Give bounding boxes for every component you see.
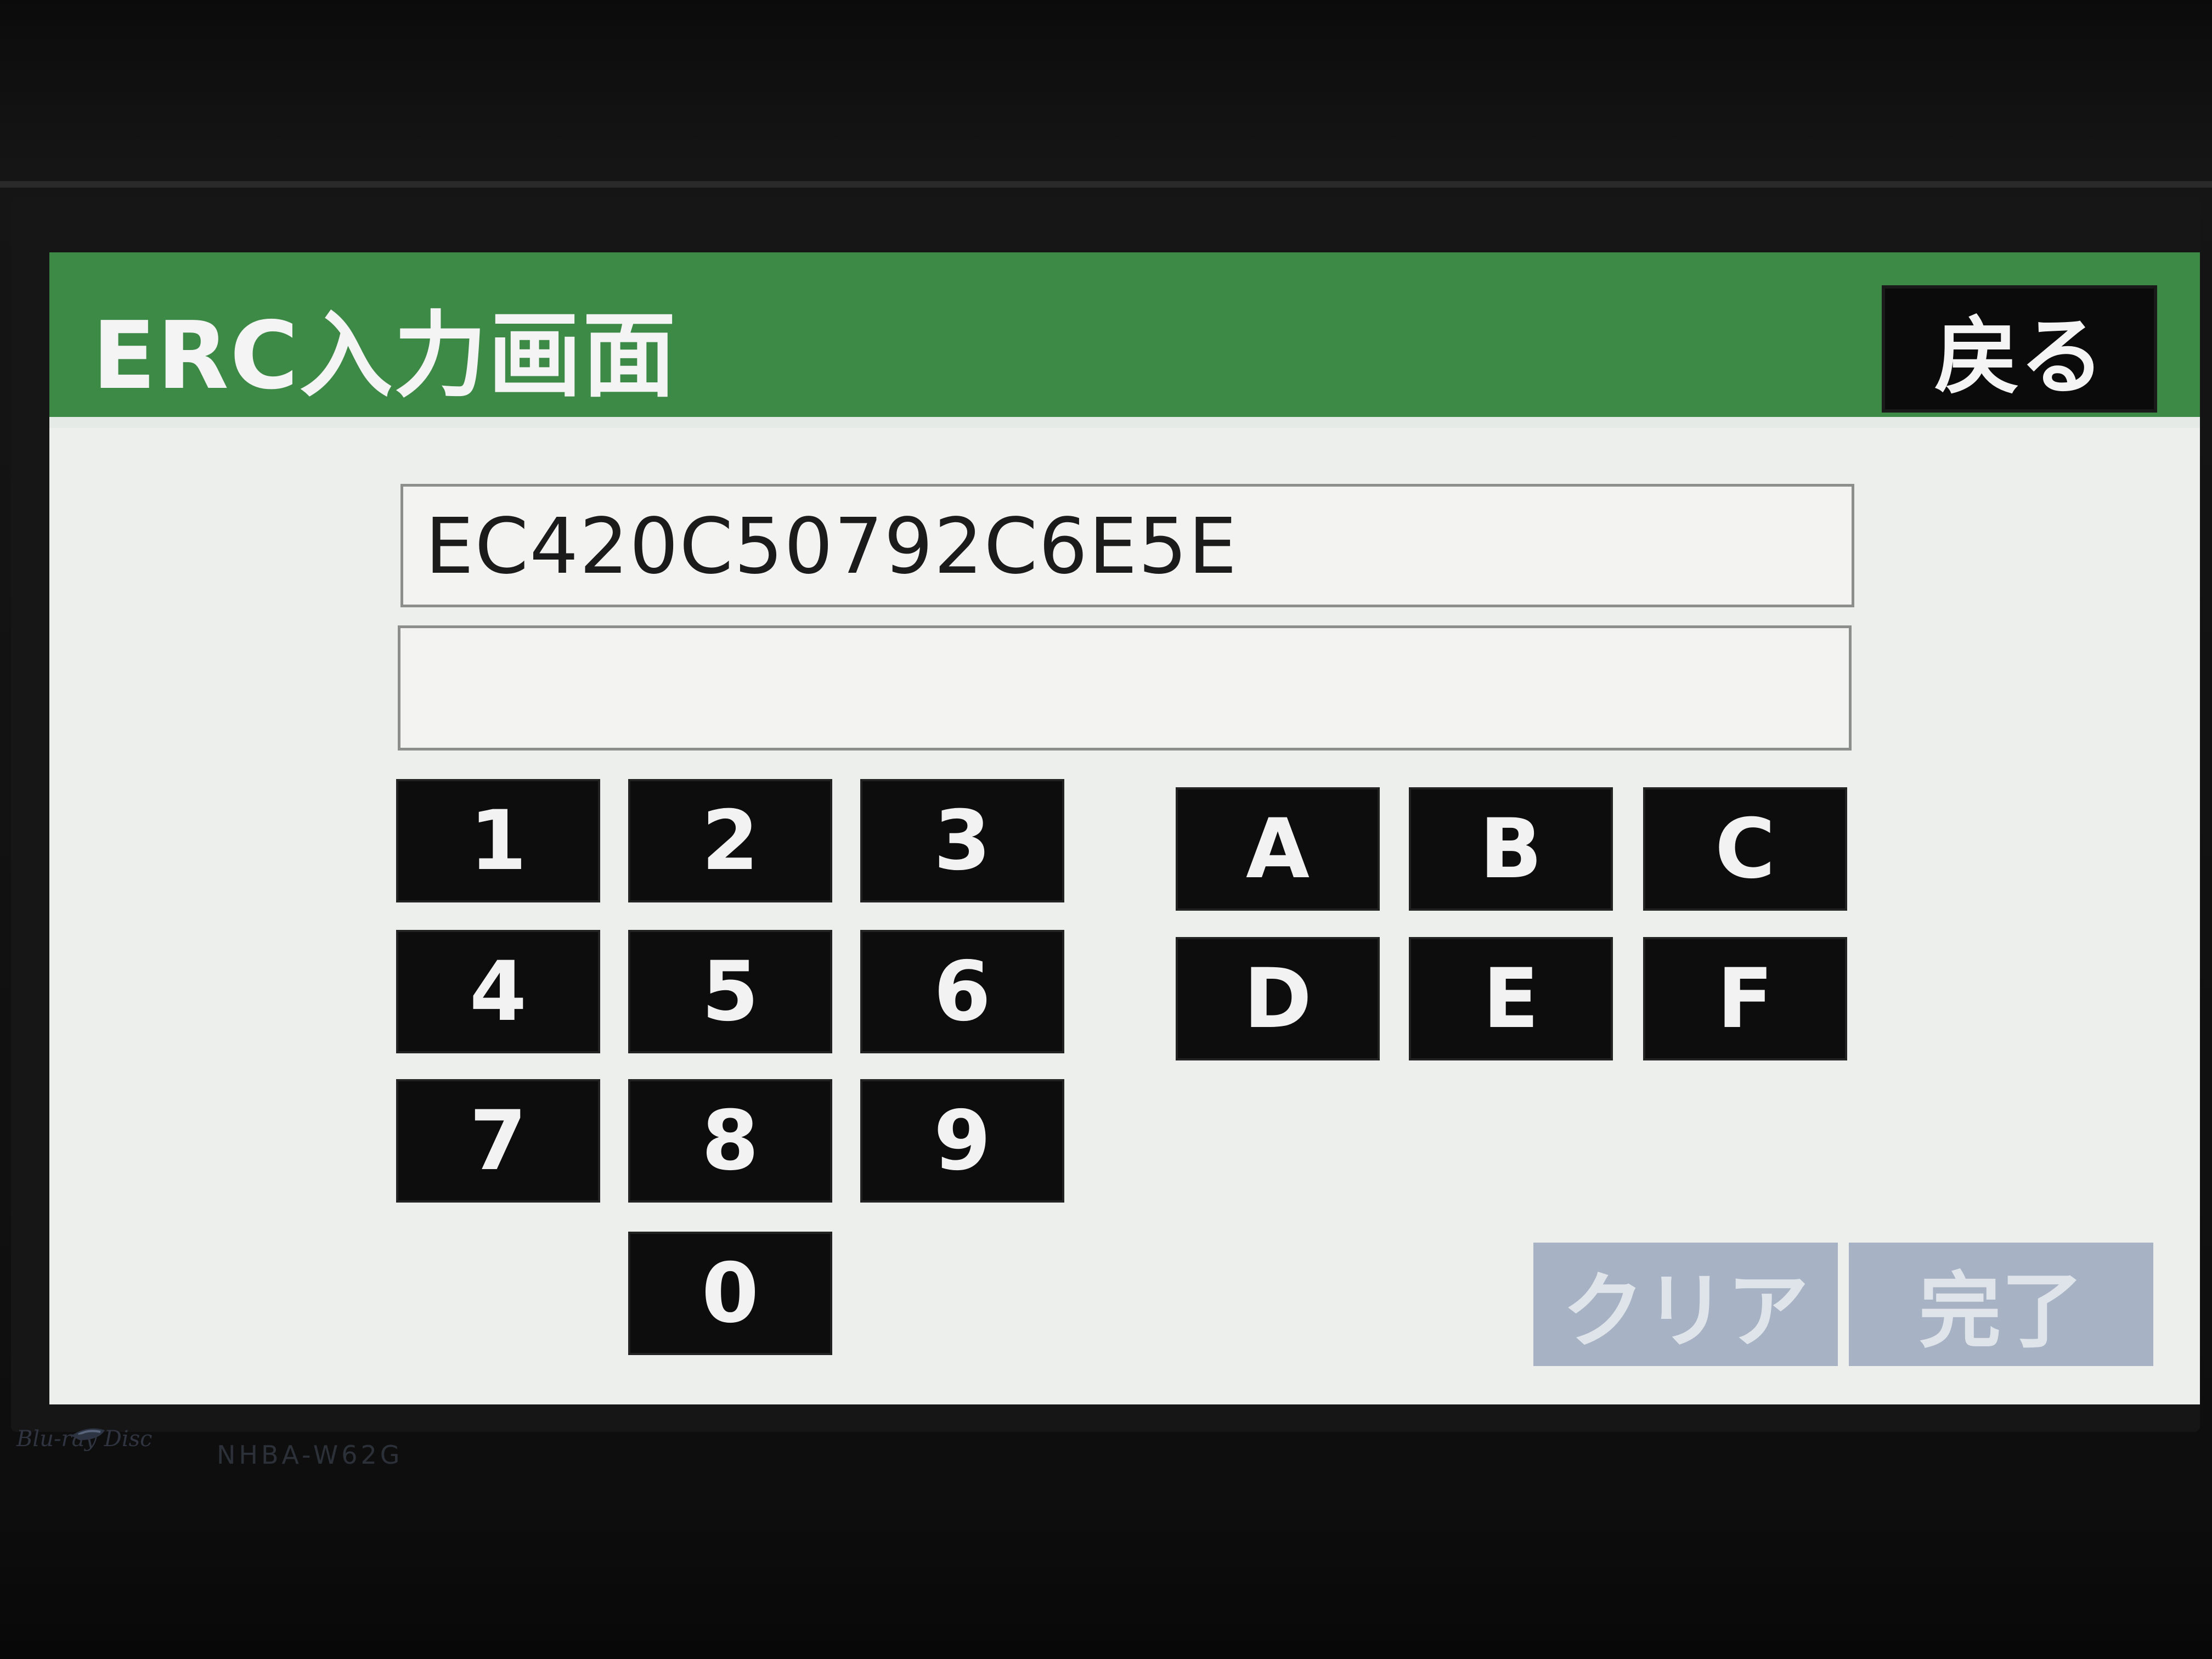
screen-header: ERC入力画面 戻る [49, 252, 2200, 428]
key-d[interactable]: D [1176, 937, 1380, 1060]
key-9[interactable]: 9 [860, 1079, 1064, 1203]
erc-code-value: EC420C50792C6E5E [425, 502, 1238, 591]
key-8[interactable]: 8 [628, 1079, 832, 1203]
back-button[interactable]: 戻る [1882, 285, 2157, 413]
key-f[interactable]: F [1643, 937, 1847, 1060]
key-1[interactable]: 1 [396, 779, 600, 902]
clear-button[interactable]: クリア [1533, 1243, 1838, 1366]
key-7[interactable]: 7 [396, 1079, 600, 1203]
erc-input-screen: ERC入力画面 戻る EC420C50792C6E5E 1 2 3 4 5 6 … [49, 252, 2200, 1404]
done-button[interactable]: 完了 [1849, 1243, 2153, 1366]
code-entry-field[interactable] [398, 625, 1852, 751]
key-e[interactable]: E [1409, 937, 1613, 1060]
key-b[interactable]: B [1409, 787, 1613, 911]
key-0[interactable]: 0 [628, 1232, 832, 1355]
device-model: NHBA-W62G [217, 1440, 403, 1470]
bezel-top-edge [0, 181, 2212, 188]
key-a[interactable]: A [1176, 787, 1380, 911]
key-c[interactable]: C [1643, 787, 1847, 911]
screen-title: ERC入力画面 [92, 302, 677, 410]
key-5[interactable]: 5 [628, 930, 832, 1053]
key-6[interactable]: 6 [860, 930, 1064, 1053]
blu-ray-logo-text: Blu-ray Disc [16, 1426, 153, 1452]
key-4[interactable]: 4 [396, 930, 600, 1053]
key-3[interactable]: 3 [860, 779, 1064, 902]
key-2[interactable]: 2 [628, 779, 832, 902]
erc-code-display: EC420C50792C6E5E [400, 484, 1854, 607]
